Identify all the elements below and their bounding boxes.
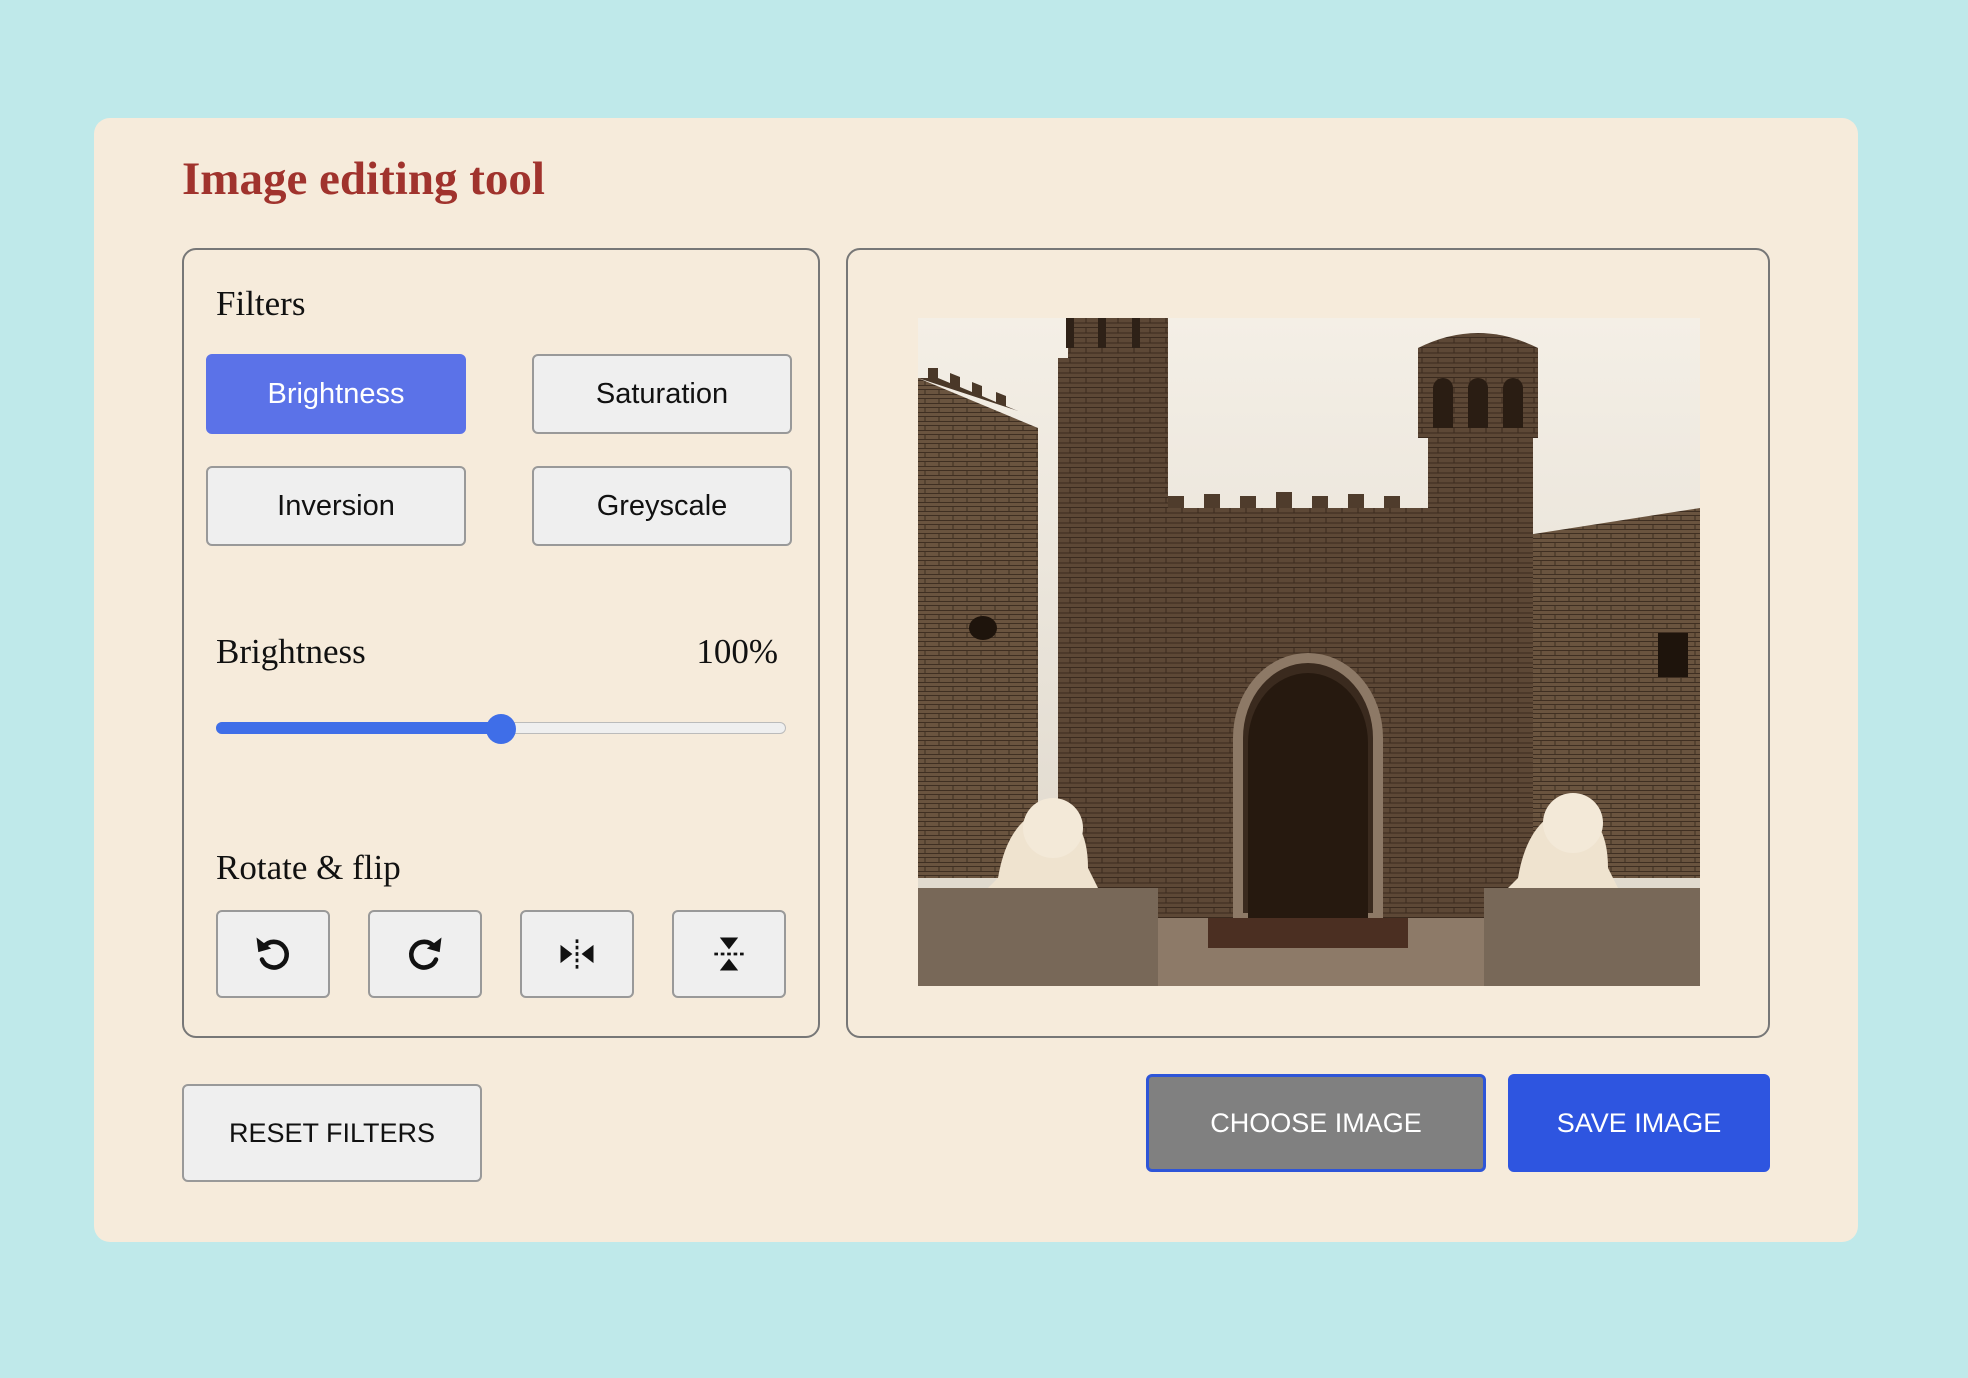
controls-panel: Filters Brightness Saturation Inversion … (182, 248, 820, 1038)
rotate-right-button[interactable] (368, 910, 482, 998)
save-image-button[interactable]: SAVE IMAGE (1508, 1074, 1770, 1172)
slider-value: 100% (696, 632, 778, 671)
rotate-flip-label: Rotate & flip (216, 848, 401, 887)
brightness-slider[interactable] (216, 714, 786, 744)
flip-horizontal-button[interactable] (520, 910, 634, 998)
filter-inversion-button[interactable]: Inversion (206, 466, 466, 546)
reset-filters-button[interactable]: RESET FILTERS (182, 1084, 482, 1182)
filter-saturation-button[interactable]: Saturation (532, 354, 792, 434)
rotate-left-icon (256, 937, 289, 970)
flip-vertical-button[interactable] (672, 910, 786, 998)
slider-name: Brightness (216, 632, 366, 671)
page-title: Image editing tool (182, 153, 545, 205)
choose-image-button[interactable]: CHOOSE IMAGE (1146, 1074, 1486, 1172)
castle-image (918, 318, 1700, 986)
editor-card: Image editing tool Filters Brightness Sa… (94, 118, 1858, 1242)
rotate-left-button[interactable] (216, 910, 330, 998)
filters-label: Filters (216, 284, 306, 323)
flip-horizontal-icon (560, 939, 594, 969)
preview-panel (846, 248, 1770, 1038)
slider-fill (216, 722, 501, 734)
filter-greyscale-button[interactable]: Greyscale (532, 466, 792, 546)
filter-brightness-button[interactable]: Brightness (206, 354, 466, 434)
rotate-right-icon (409, 937, 442, 970)
flip-vertical-icon (714, 937, 744, 971)
preview-image (918, 318, 1700, 986)
slider-thumb[interactable] (486, 714, 516, 744)
